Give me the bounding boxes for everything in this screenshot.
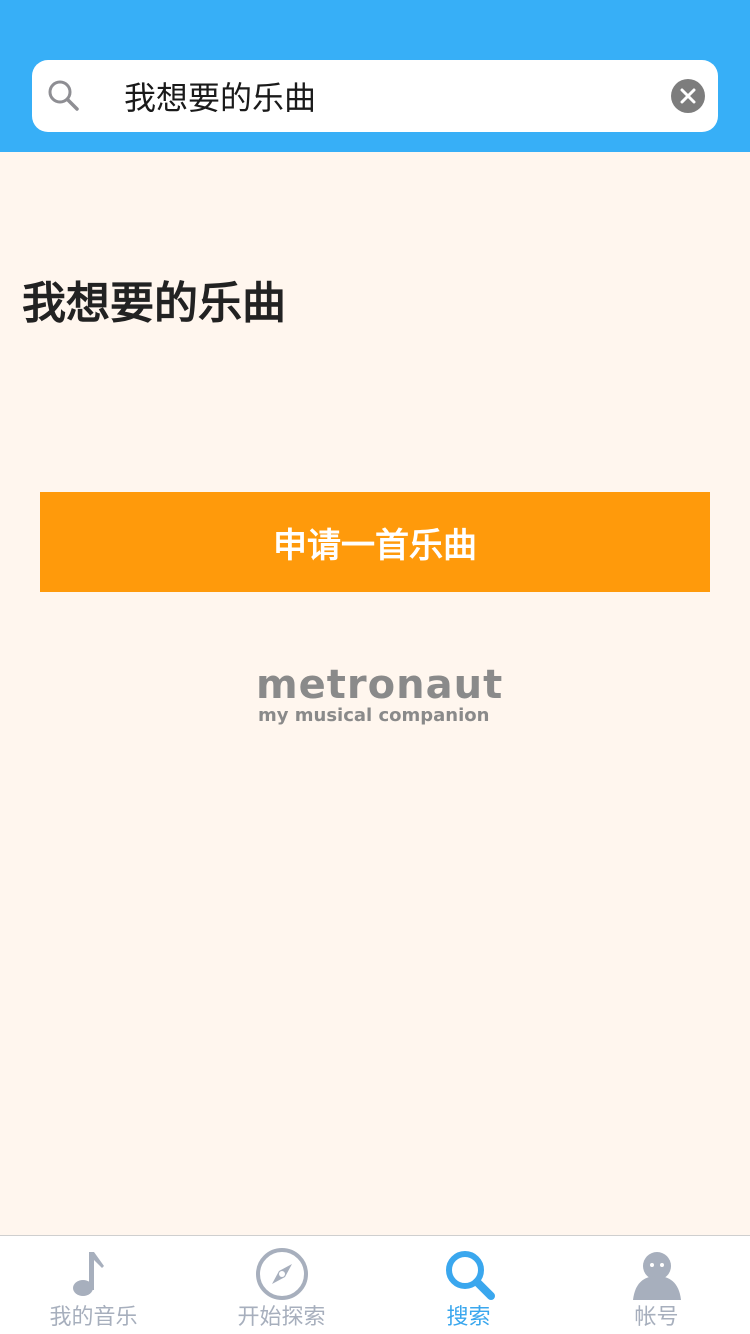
clear-icon <box>680 88 696 104</box>
search-bar[interactable] <box>32 60 718 132</box>
user-icon <box>632 1252 681 1300</box>
music-note-icon <box>72 1252 104 1296</box>
tab-label: 帐号 <box>634 1305 679 1330</box>
tab-bar: 我的音乐 开始探索 搜索 帐号 <box>0 1235 750 1334</box>
page-title: 我想要的乐曲 <box>22 278 286 329</box>
compass-icon <box>255 1248 308 1300</box>
logo-word: metronaut <box>256 662 504 708</box>
tab-label: 搜索 <box>446 1305 491 1330</box>
metronaut-logo: metronaut my musical companion <box>256 662 502 732</box>
tab-account[interactable]: 帐号 <box>563 1236 750 1334</box>
tab-search[interactable]: 搜索 <box>375 1236 562 1334</box>
tab-explore[interactable]: 开始探索 <box>188 1236 375 1334</box>
search-icon <box>48 80 79 111</box>
tab-label: 开始探索 <box>237 1305 326 1330</box>
clear-search-button[interactable] <box>671 79 705 113</box>
search-icon <box>445 1251 495 1300</box>
header <box>0 0 750 152</box>
logo-tagline: my musical companion <box>258 705 490 726</box>
request-song-button[interactable]: 申请一首乐曲 <box>40 492 710 592</box>
tab-label: 我的音乐 <box>49 1305 138 1330</box>
tab-my-music[interactable]: 我的音乐 <box>0 1236 187 1334</box>
search-input[interactable] <box>124 60 684 132</box>
